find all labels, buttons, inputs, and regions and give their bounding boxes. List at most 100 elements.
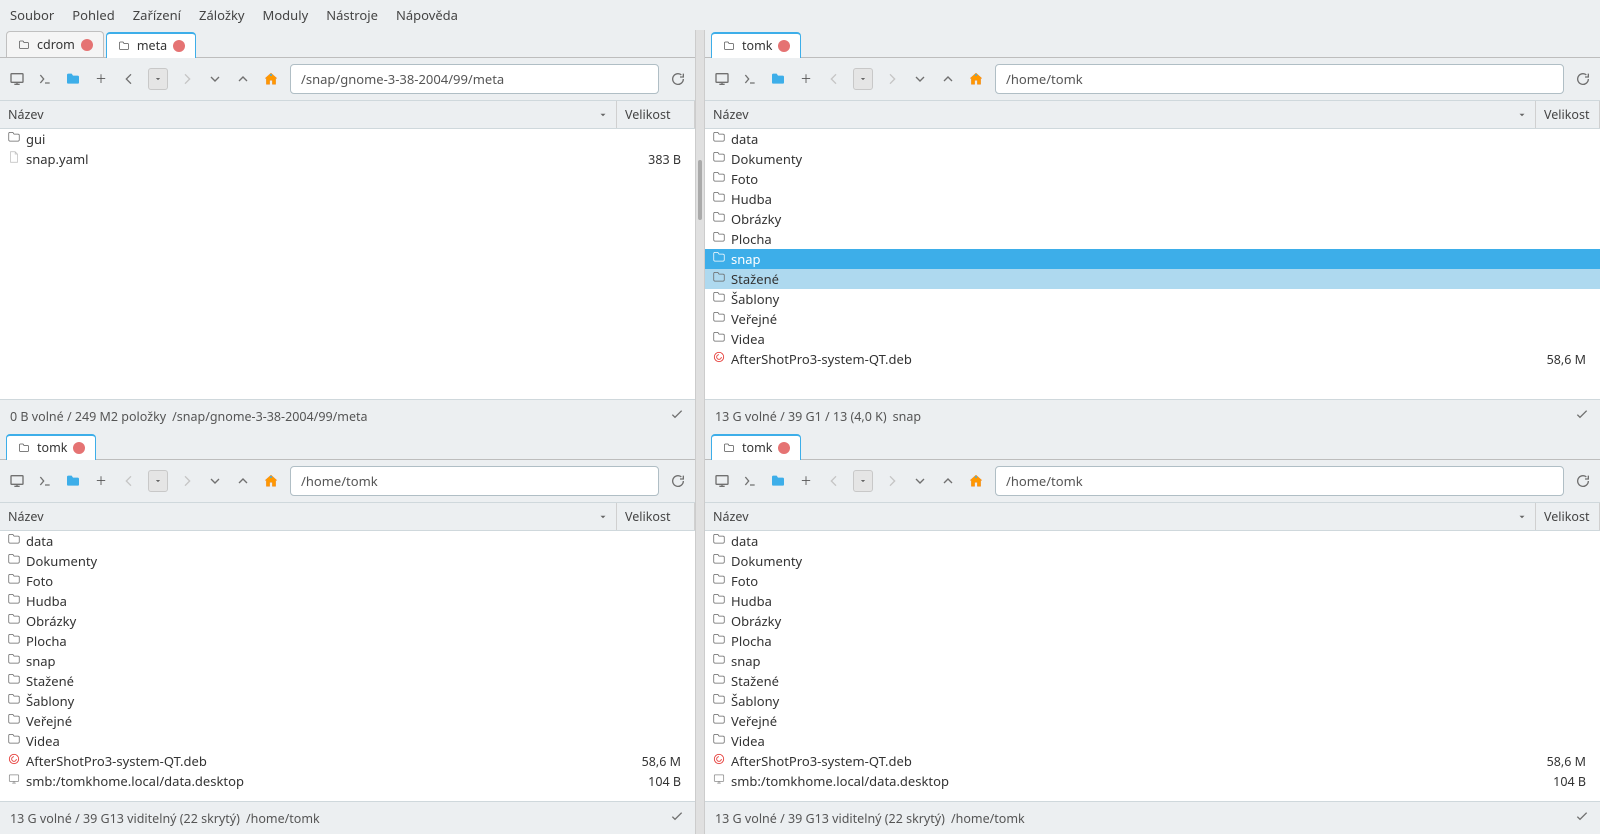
- forward-button[interactable]: [178, 472, 196, 490]
- list-item[interactable]: Stažené: [0, 671, 695, 691]
- terminal-icon[interactable]: [741, 472, 759, 490]
- file-list[interactable]: data Dokumenty Foto Hudba Obrázky Plocha…: [705, 129, 1600, 399]
- refresh-button[interactable]: [1574, 472, 1592, 490]
- tab-tomk[interactable]: tomk: [6, 434, 96, 460]
- list-item[interactable]: Plocha: [705, 631, 1600, 651]
- list-item[interactable]: Dokumenty: [0, 551, 695, 571]
- tab-meta[interactable]: meta: [106, 32, 196, 58]
- list-item[interactable]: smb:/tomkhome.local/data.desktop 104 B: [0, 771, 695, 791]
- column-name[interactable]: Název: [0, 503, 617, 530]
- back-button[interactable]: [825, 472, 843, 490]
- device-icon[interactable]: [713, 472, 731, 490]
- home-button[interactable]: [262, 70, 280, 88]
- column-size[interactable]: Velikost: [617, 101, 695, 128]
- forward-history-dropdown[interactable]: [911, 70, 929, 88]
- refresh-button[interactable]: [669, 472, 687, 490]
- forward-history-dropdown[interactable]: [206, 70, 224, 88]
- list-item[interactable]: gui: [0, 129, 695, 149]
- close-icon[interactable]: [778, 40, 790, 52]
- menubar[interactable]: SouborPohledZařízeníZáložkyModulyNástroj…: [0, 0, 1600, 30]
- list-item[interactable]: Veřejné: [705, 711, 1600, 731]
- open-folder-icon[interactable]: [769, 472, 787, 490]
- close-icon[interactable]: [173, 40, 185, 52]
- back-history-dropdown[interactable]: [853, 470, 873, 492]
- list-item[interactable]: Plocha: [0, 631, 695, 651]
- list-item[interactable]: snap: [705, 651, 1600, 671]
- tab-tomk[interactable]: tomk: [711, 32, 801, 58]
- list-item[interactable]: Obrázky: [0, 611, 695, 631]
- home-button[interactable]: [967, 70, 985, 88]
- up-button[interactable]: [939, 70, 957, 88]
- list-item[interactable]: Dokumenty: [705, 551, 1600, 571]
- back-history-dropdown[interactable]: [853, 68, 873, 90]
- file-list[interactable]: data Dokumenty Foto Hudba Obrázky Plocha…: [0, 531, 695, 801]
- list-item[interactable]: Plocha: [705, 229, 1600, 249]
- open-folder-icon[interactable]: [64, 70, 82, 88]
- list-item[interactable]: snap.yaml 383 B: [0, 149, 695, 169]
- vertical-splitter[interactable]: [695, 30, 705, 834]
- list-item[interactable]: data: [705, 531, 1600, 551]
- list-item[interactable]: Hudba: [0, 591, 695, 611]
- up-button[interactable]: [939, 472, 957, 490]
- forward-button[interactable]: [883, 70, 901, 88]
- device-icon[interactable]: [713, 70, 731, 88]
- path-input[interactable]: [290, 64, 659, 94]
- list-item[interactable]: Stažené: [705, 671, 1600, 691]
- up-button[interactable]: [234, 472, 252, 490]
- column-size[interactable]: Velikost: [617, 503, 695, 530]
- new-tab-button[interactable]: +: [92, 472, 110, 490]
- list-item[interactable]: Videa: [0, 731, 695, 751]
- refresh-button[interactable]: [669, 70, 687, 88]
- list-item[interactable]: Foto: [705, 169, 1600, 189]
- menu-nástroje[interactable]: Nástroje: [326, 6, 378, 24]
- back-button[interactable]: [120, 472, 138, 490]
- back-button[interactable]: [120, 70, 138, 88]
- list-item[interactable]: Dokumenty: [705, 149, 1600, 169]
- back-history-dropdown[interactable]: [148, 68, 168, 90]
- device-icon[interactable]: [8, 472, 26, 490]
- menu-záložky[interactable]: Záložky: [199, 6, 245, 24]
- menu-nápověda[interactable]: Nápověda: [396, 6, 458, 24]
- list-item[interactable]: snap: [0, 651, 695, 671]
- path-input[interactable]: [995, 64, 1564, 94]
- list-item[interactable]: data: [705, 129, 1600, 149]
- list-item[interactable]: Stažené: [705, 269, 1600, 289]
- open-folder-icon[interactable]: [64, 472, 82, 490]
- terminal-icon[interactable]: [36, 70, 54, 88]
- back-button[interactable]: [825, 70, 843, 88]
- column-size[interactable]: Velikost: [1536, 101, 1600, 128]
- list-item[interactable]: Videa: [705, 329, 1600, 349]
- list-item[interactable]: Šablony: [705, 289, 1600, 309]
- tab-tomk[interactable]: tomk: [711, 434, 801, 460]
- list-item[interactable]: snap: [705, 249, 1600, 269]
- list-item[interactable]: Veřejné: [705, 309, 1600, 329]
- home-button[interactable]: [967, 472, 985, 490]
- list-item[interactable]: Obrázky: [705, 611, 1600, 631]
- list-item[interactable]: Šablony: [0, 691, 695, 711]
- open-folder-icon[interactable]: [769, 70, 787, 88]
- device-icon[interactable]: [8, 70, 26, 88]
- close-icon[interactable]: [73, 442, 85, 454]
- home-button[interactable]: [262, 472, 280, 490]
- list-item[interactable]: Videa: [705, 731, 1600, 751]
- refresh-button[interactable]: [1574, 70, 1592, 88]
- up-button[interactable]: [234, 70, 252, 88]
- new-tab-button[interactable]: +: [797, 472, 815, 490]
- new-tab-button[interactable]: +: [797, 70, 815, 88]
- list-item[interactable]: AfterShotPro3-system-QT.deb 58,6 M: [705, 751, 1600, 771]
- forward-history-dropdown[interactable]: [206, 472, 224, 490]
- list-item[interactable]: smb:/tomkhome.local/data.desktop 104 B: [705, 771, 1600, 791]
- list-item[interactable]: Foto: [0, 571, 695, 591]
- path-input[interactable]: [290, 466, 659, 496]
- list-item[interactable]: Obrázky: [705, 209, 1600, 229]
- column-name[interactable]: Název: [705, 101, 1536, 128]
- list-item[interactable]: Šablony: [705, 691, 1600, 711]
- menu-zařízení[interactable]: Zařízení: [133, 6, 181, 24]
- menu-soubor[interactable]: Soubor: [10, 6, 54, 24]
- list-item[interactable]: Foto: [705, 571, 1600, 591]
- close-icon[interactable]: [778, 442, 790, 454]
- file-list[interactable]: data Dokumenty Foto Hudba Obrázky Plocha…: [705, 531, 1600, 801]
- column-name[interactable]: Název: [0, 101, 617, 128]
- menu-pohled[interactable]: Pohled: [72, 6, 114, 24]
- back-history-dropdown[interactable]: [148, 470, 168, 492]
